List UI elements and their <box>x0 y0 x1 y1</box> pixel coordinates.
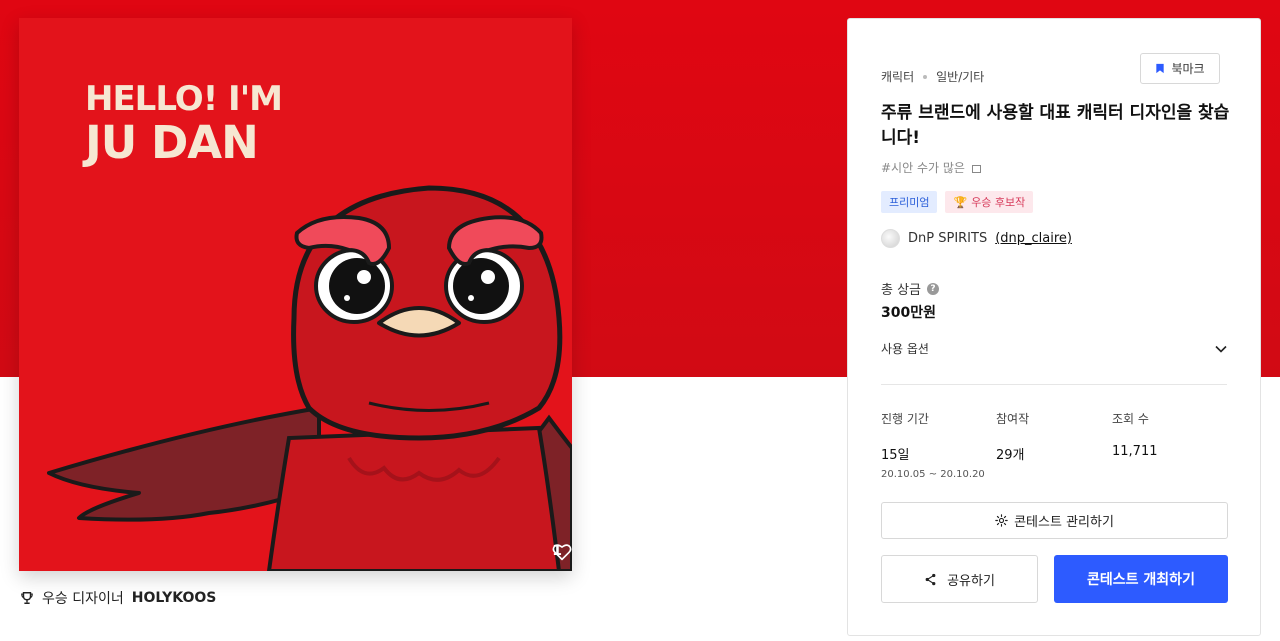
stat-entries-value: 29개 <box>996 448 1025 463</box>
bookmark-label: 북마크 <box>1171 62 1205 76</box>
heart-outline-icon <box>552 544 572 561</box>
stat-period-label: 진행 기간 <box>881 412 929 426</box>
divider <box>881 384 1227 385</box>
artwork-headline: HELLO! I'M JU DAN <box>85 79 283 170</box>
host-contest-label: 콘테스트 개최하기 <box>1087 572 1195 588</box>
usage-options-label: 사용 옵션 <box>881 342 929 356</box>
stat-entries: 참여작 29개 <box>996 410 1029 463</box>
artwork-headline-line1: HELLO! I'M <box>85 79 283 119</box>
chevron-down-icon <box>1215 345 1227 353</box>
breadcrumb-separator <box>923 74 928 79</box>
winner-candidate-badge: 🏆 우승 후보작 <box>945 191 1034 213</box>
host-info[interactable]: DnP SPIRITS (dnp_claire) <box>881 229 1072 248</box>
hashtag-text: #시안 수가 많은 <box>881 161 965 175</box>
artwork-headline-line2: JU DAN <box>85 116 259 170</box>
host-contest-button[interactable]: 콘테스트 개최하기 <box>1054 555 1228 603</box>
bookmark-button[interactable]: 북마크 <box>1140 53 1220 84</box>
premium-badge: 프리미엄 <box>881 191 938 213</box>
winning-designer: 우승 디자이너 HOLYKOOS <box>20 588 216 608</box>
stat-views: 조회 수 11,711 <box>1112 410 1158 459</box>
host-avatar <box>881 229 900 248</box>
prize-value: 300만원 <box>881 305 936 321</box>
breadcrumb-subcategory[interactable]: 일반/기타 <box>936 68 984 85</box>
host-name: DnP SPIRITS <box>908 231 988 246</box>
winner-name[interactable]: HOLYKOOS <box>132 590 217 606</box>
manage-contest-label: 콘테스트 관리하기 <box>1014 515 1114 530</box>
bookmark-icon <box>1156 63 1165 74</box>
share-button[interactable]: 공유하기 <box>881 555 1038 603</box>
premium-badge-label: 프리미엄 <box>889 196 930 209</box>
trophy-icon <box>21 592 33 604</box>
stat-period-range: 20.10.05 ~ 20.10.20 <box>881 469 985 480</box>
prize-label: 총 상금 ? <box>881 279 940 298</box>
share-icon <box>925 573 936 585</box>
prize-label-text: 총 상금 <box>881 283 922 298</box>
trophy-icon: 🏆 <box>953 195 968 209</box>
image-icon <box>971 164 981 173</box>
share-label: 공유하기 <box>947 573 995 589</box>
contest-title: 주류 브랜드에 사용할 대표 캐릭터 디자인을 찾습니다! <box>881 103 1230 148</box>
stat-views-value: 11,711 <box>1112 444 1158 459</box>
winner-candidate-label: 우승 후보작 <box>971 196 1026 209</box>
gear-icon <box>995 514 1008 527</box>
like-button[interactable]: 1 <box>552 543 572 561</box>
hashtag[interactable]: #시안 수가 많은 <box>881 159 981 176</box>
stat-period: 진행 기간 15일 20.10.05 ~ 20.10.20 <box>881 410 985 480</box>
contest-info-panel: 캐릭터 일반/기타 북마크 주류 브랜드에 사용할 대표 캐릭터 디자인을 찾습… <box>847 18 1261 636</box>
stat-period-value: 15일 <box>881 448 910 463</box>
badge-row: 프리미엄 🏆 우승 후보작 <box>881 191 1034 213</box>
help-icon[interactable]: ? <box>927 282 940 295</box>
breadcrumb-category[interactable]: 캐릭터 <box>881 68 914 85</box>
usage-options-toggle[interactable]: 사용 옵션 <box>881 340 1227 357</box>
manage-contest-button[interactable]: 콘테스트 관리하기 <box>881 502 1228 539</box>
stat-views-label: 조회 수 <box>1112 412 1149 426</box>
winner-prefix: 우승 디자이너 <box>42 591 124 607</box>
host-handle[interactable]: (dnp_claire) <box>995 231 1072 246</box>
breadcrumb: 캐릭터 일반/기타 <box>881 68 984 85</box>
stat-entries-label: 참여작 <box>996 412 1030 426</box>
contest-artwork[interactable]: HELLO! I'M JU DAN 1 <box>19 18 572 571</box>
